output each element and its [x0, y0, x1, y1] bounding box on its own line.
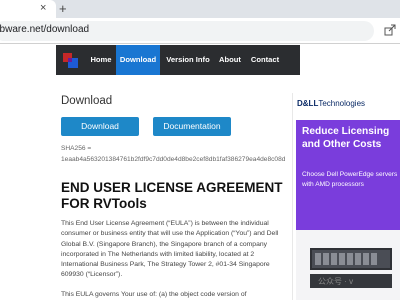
rvtools-logo-icon[interactable]	[60, 49, 82, 71]
browser-tab-bar: × +	[0, 0, 400, 18]
eula-paragraph-2: This EULA governs Your use of: (a) the o…	[61, 291, 247, 298]
nav-version-info[interactable]: Version Info	[162, 45, 214, 75]
nav-about[interactable]: About	[215, 45, 245, 75]
share-icon[interactable]	[384, 24, 396, 36]
nav-contact[interactable]: Contact	[246, 45, 284, 75]
documentation-button[interactable]: Documentation	[153, 117, 231, 136]
download-button[interactable]: Download	[61, 117, 139, 136]
dell-brand-suffix: Technologies	[318, 99, 366, 108]
sha-value: 1eaab4a563201384761b2fdf9c7dd0de4d8be2ce…	[61, 156, 286, 163]
browser-tab[interactable]: ×	[0, 0, 56, 18]
address-bar: obware.net/download	[0, 18, 400, 44]
nav-home[interactable]: Home	[86, 45, 116, 75]
dell-brand: D&LL	[297, 99, 319, 108]
ad-subtext: Choose Dell PowerEdge servers with AMD p…	[302, 171, 398, 188]
watermark-text: 公众号 · v	[318, 277, 354, 286]
eula-paragraph: This End User License Agreement (“EULA”)…	[61, 220, 279, 279]
new-tab-icon[interactable]: +	[59, 1, 67, 16]
ad-headline: Reduce Licensing and Other Costs	[302, 126, 390, 150]
url-input[interactable]: obware.net/download	[0, 21, 374, 41]
sha-label: SHA256 =	[61, 145, 92, 152]
url-text: obware.net/download	[0, 24, 90, 35]
nav-download[interactable]: Download	[116, 45, 160, 75]
close-tab-icon[interactable]: ×	[40, 2, 46, 14]
server-graphic-icon	[296, 230, 400, 300]
dell-logo: D&LLTechnologies	[297, 99, 365, 108]
page-title: Download	[61, 95, 113, 107]
eula-heading: END USER LICENSE AGREEMENT FOR RVTools	[61, 180, 283, 211]
